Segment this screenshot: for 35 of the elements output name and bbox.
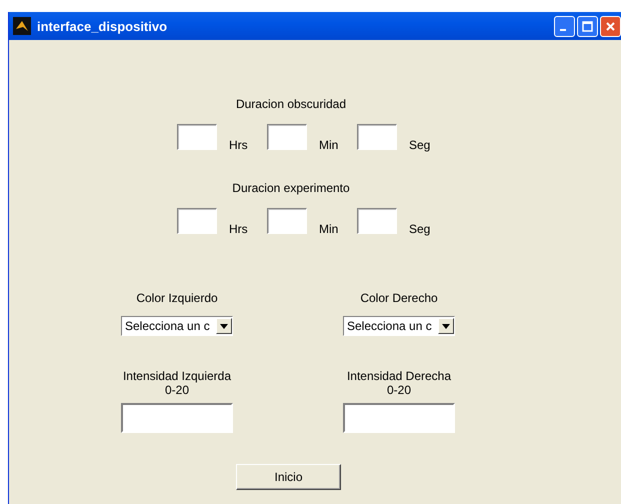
intensity-label: Intensidad Derecha	[346, 369, 452, 383]
close-button[interactable]	[600, 16, 621, 36]
maximize-icon	[581, 20, 594, 32]
close-icon	[604, 20, 617, 32]
intensity-input-field[interactable]	[121, 403, 233, 433]
start-button[interactable]: Inicio	[236, 464, 341, 490]
unit-label: Seg	[408, 138, 432, 152]
time-input-field[interactable]	[267, 208, 307, 234]
group-title: Duracion obscuridad	[234, 97, 348, 111]
time-input-field[interactable]	[357, 208, 397, 234]
unit-label: Hrs	[228, 138, 249, 152]
window-title: interface_dispositivo	[37, 18, 168, 34]
range-label: 0-20	[164, 383, 190, 397]
range-label: 0-20	[386, 383, 412, 397]
time-input-field[interactable]	[267, 124, 307, 150]
unit-label: Seg	[408, 222, 432, 236]
minimize-icon	[560, 29, 566, 31]
time-input-field[interactable]	[177, 124, 217, 150]
group-title: Duracion experimento	[231, 181, 351, 195]
color-dropdown[interactable]: Selecciona un c	[121, 316, 233, 336]
color-dropdown[interactable]: Selecciona un c	[343, 316, 455, 336]
intensity-label: Intensidad Izquierda	[122, 369, 232, 383]
caret-icon[interactable]	[216, 318, 232, 334]
time-input-field[interactable]	[177, 208, 217, 234]
caret-icon[interactable]	[438, 318, 454, 334]
unit-label: Hrs	[228, 222, 249, 236]
maximize-button[interactable]	[577, 16, 598, 36]
app-icon	[13, 17, 31, 35]
unit-label: Min	[318, 138, 340, 152]
time-input-field[interactable]	[357, 124, 397, 150]
color-label: Color Derecho	[360, 291, 438, 305]
color-label: Color Izquierdo	[136, 291, 218, 305]
minimize-button[interactable]	[554, 16, 575, 36]
intensity-input-field[interactable]	[343, 403, 455, 433]
unit-label: Min	[318, 222, 340, 236]
